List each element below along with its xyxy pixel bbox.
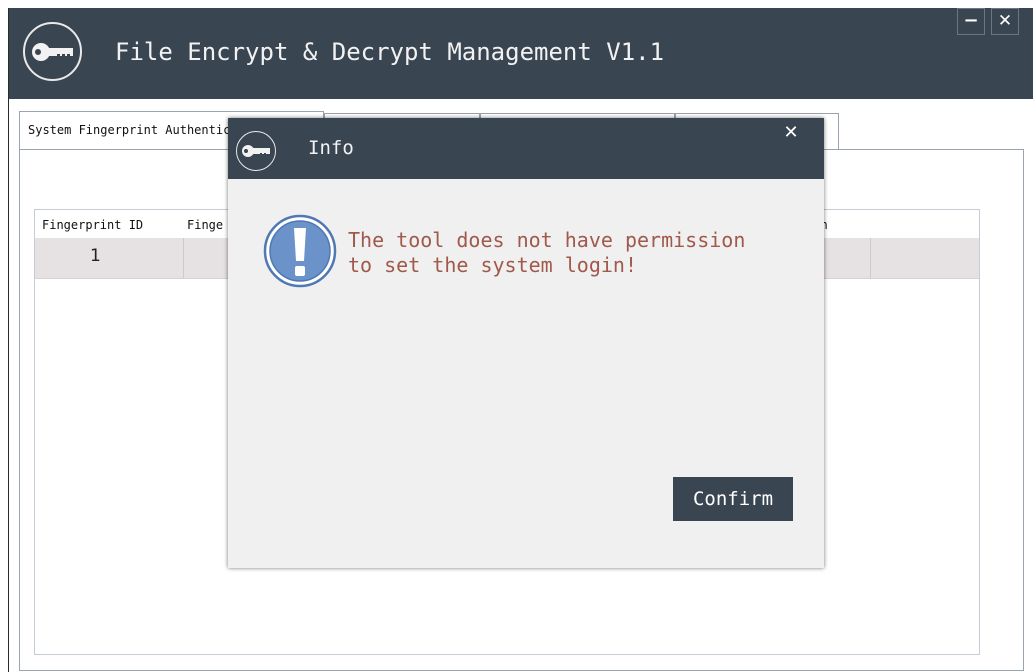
window-close-button[interactable]: ✕ [991, 8, 1019, 35]
exclamation-icon [263, 214, 337, 292]
confirm-button[interactable]: Confirm [673, 477, 793, 521]
dialog-title-bar: Info ✕ [228, 118, 824, 179]
minimize-button[interactable]: − [957, 8, 985, 35]
cell-fingerprint-id: 1 [90, 246, 101, 266]
column-header-fingerprint[interactable]: Finge [187, 218, 223, 232]
column-header-fingerprint-id[interactable]: Fingerprint ID [42, 218, 143, 232]
title-bar: File Encrypt & Decrypt Management V1.1 −… [9, 8, 1033, 99]
key-icon [23, 22, 82, 81]
dialog-message: The tool does not have permission to set… [348, 228, 746, 277]
cell-divider [870, 238, 871, 278]
cell-divider [183, 238, 184, 278]
dialog-title: Info [308, 137, 354, 159]
info-dialog: Info ✕ The tool does not have permission… [228, 118, 824, 568]
app-title: File Encrypt & Decrypt Management V1.1 [115, 38, 665, 66]
key-icon [236, 131, 276, 171]
dialog-close-button[interactable]: ✕ [773, 120, 809, 146]
